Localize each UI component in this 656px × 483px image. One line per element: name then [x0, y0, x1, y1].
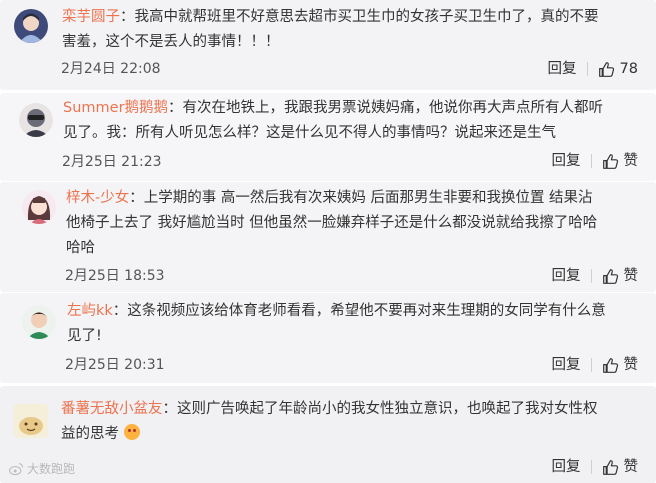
thumbs-up-icon: [602, 153, 618, 169]
action-divider: [586, 62, 588, 76]
watermark-text: 大数跑跑: [27, 462, 76, 476]
avatar[interactable]: [22, 305, 56, 339]
comment-item: 番薯无敌小盆友：这则广告唤起了年龄尚小的我女性独立意识，也唤起了我对女性权 益的…: [0, 386, 656, 483]
comment-body-line: 益的思考: [61, 426, 119, 442]
comment-body-line: 他椅子上去了 我好尴尬当时 但他虽然一脸嫌弃样子还是什么都没说就给我擦了哈哈: [66, 215, 598, 231]
comment-actions: 回复 赞: [552, 354, 639, 376]
comment-timestamp: 2月25日 20:31: [65, 357, 165, 373]
comment-item: 栾芋圆子：我高中就帮班里不好意思去超市买卫生巾的女孩子买卫生巾了，真的不要 害羞…: [0, 0, 656, 90]
comment-text: 番薯无敌小盆友：这则广告唤起了年龄尚小的我女性独立意识，也唤起了我对女性权 益的…: [61, 401, 598, 442]
comment-body-line: 这则广告唤起了年龄尚小的我女性独立意识，也唤起了我对女性权: [177, 401, 598, 417]
comment-feed: 栾芋圆子：我高中就帮班里不好意思去超市买卫生巾的女孩子买卫生巾了，真的不要 害羞…: [0, 0, 656, 483]
reply-button[interactable]: 回复: [552, 456, 581, 478]
comment-item: 梓木-少女：上学期的事 高一然后我有次来姨妈 后面那男生非要和我换位置 结果沾 …: [0, 182, 656, 292]
comment-text: Summer鹅鹅鹅：有次在地铁上，我跟我男票说姨妈痛，他说你再大声点所有人都听 …: [63, 100, 604, 141]
watermark: 大数跑跑: [8, 460, 75, 477]
like-button[interactable]: 赞: [602, 456, 639, 478]
username-link[interactable]: 番薯无敌小盆友: [61, 401, 163, 417]
like-label: 赞: [623, 357, 639, 373]
like-button[interactable]: 赞: [602, 265, 639, 287]
comment-text: 梓木-少女：上学期的事 高一然后我有次来姨妈 后面那男生非要和我换位置 结果沾 …: [66, 190, 598, 256]
comment-item: 左屿kk：这条视频应该给体育老师看看，希望他不要再对来生理期的女同学有什么意 见…: [0, 293, 656, 383]
comment-actions: 回复 赞: [552, 150, 639, 172]
comment-body-line: 见了!: [67, 328, 102, 344]
weibo-logo-icon: [9, 462, 23, 475]
username-link[interactable]: 梓木-少女: [66, 190, 129, 206]
avatar[interactable]: [22, 190, 56, 224]
like-button[interactable]: 78: [598, 58, 638, 80]
username-link[interactable]: 左屿kk: [67, 303, 113, 319]
thumbs-up-icon: [602, 268, 618, 284]
comment-body-line: 我高中就帮班里不好意思去超市买卫生巾的女孩子买卫生巾了，真的不要: [134, 9, 599, 25]
avatar[interactable]: [14, 404, 48, 438]
comment-actions: 回复 赞: [552, 265, 639, 287]
thumbs-up-icon: [602, 459, 618, 475]
like-button[interactable]: 赞: [602, 150, 639, 172]
like-button[interactable]: 赞: [602, 354, 639, 376]
avatar[interactable]: [14, 9, 48, 43]
comment-actions: 回复 赞: [552, 456, 639, 478]
username-link[interactable]: 栾芋圆子: [62, 9, 120, 25]
like-label: 赞: [623, 153, 639, 169]
comment-body-line: 见了。我：所有人听见怎么样？这是什么见不得人的事情吗？说起来还是生气: [63, 125, 556, 141]
thumbs-up-icon: [602, 357, 618, 373]
comment-timestamp: 2月24日 22:08: [61, 61, 161, 77]
comment-item: Summer鹅鹅鹅：有次在地铁上，我跟我男票说姨妈痛，他说你再大声点所有人都听 …: [0, 93, 656, 181]
comment-body-line: 这条视频应该给体育老师看看，希望他不要再对来生理期的女同学有什么意: [127, 303, 606, 319]
comment-body-line: 有次在地铁上，我跟我男票说姨妈痛，他说你再大声点所有人都听: [182, 100, 604, 116]
action-divider: [590, 154, 592, 168]
thumbs-up-icon: [598, 61, 614, 77]
reply-button[interactable]: 回复: [552, 265, 581, 287]
reply-button[interactable]: 回复: [548, 58, 577, 80]
reply-button[interactable]: 回复: [552, 150, 581, 172]
avatar[interactable]: [19, 103, 53, 137]
comment-body-line: 哈哈: [66, 240, 95, 256]
comment-actions: 回复 78: [548, 58, 638, 80]
action-divider: [590, 269, 592, 283]
comment-body-line: 害羞，这个不是丢人的事情！！！: [62, 34, 280, 50]
like-label: 赞: [623, 459, 639, 475]
like-label: 赞: [623, 268, 639, 284]
comment-text: 栾芋圆子：我高中就帮班里不好意思去超市买卫生巾的女孩子买卫生巾了，真的不要 害羞…: [62, 9, 599, 50]
emoji-icon: [123, 424, 140, 440]
like-count: 78: [619, 61, 638, 77]
comment-timestamp: 2月25日 18:53: [65, 268, 165, 284]
username-link[interactable]: Summer鹅鹅鹅: [63, 100, 168, 116]
action-divider: [590, 358, 592, 372]
comment-body-line: 上学期的事 高一然后我有次来姨妈 后面那男生非要和我换位置 结果沾: [143, 190, 593, 206]
comment-timestamp: 2月25日 21:23: [62, 154, 162, 170]
reply-button[interactable]: 回复: [552, 354, 581, 376]
comment-text: 左屿kk：这条视频应该给体育老师看看，希望他不要再对来生理期的女同学有什么意 见…: [67, 303, 606, 344]
action-divider: [590, 460, 592, 474]
